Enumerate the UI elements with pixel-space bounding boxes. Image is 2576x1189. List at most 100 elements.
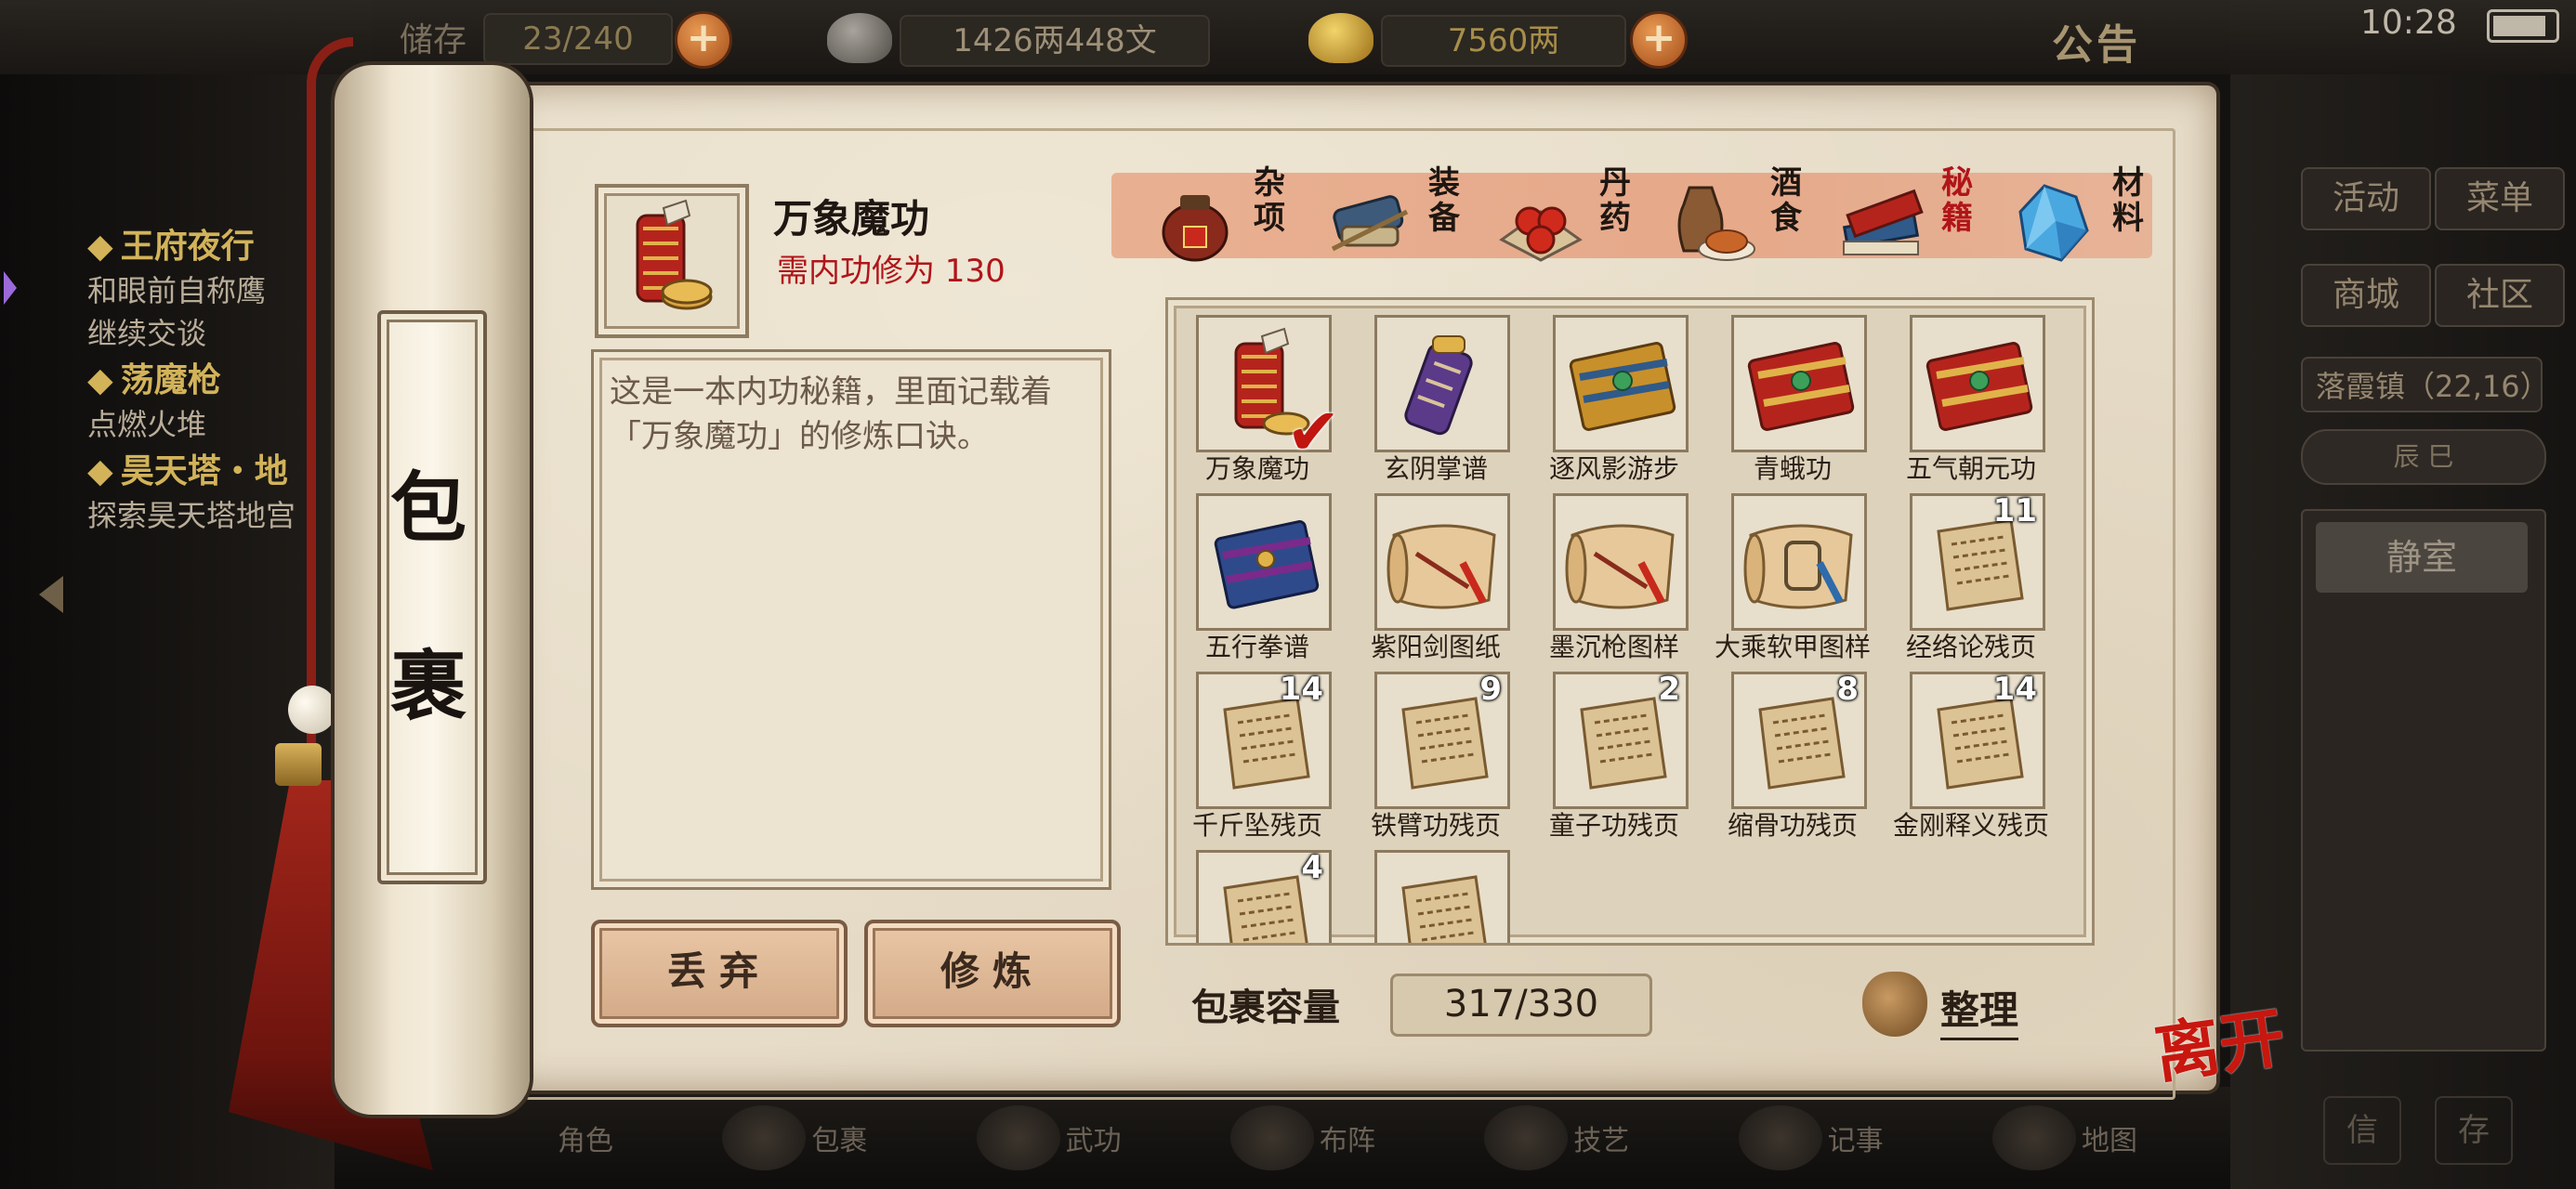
item-label: 青蛾功 [1753, 453, 1832, 484]
inventory-slot[interactable]: 8 缩骨功残页 [1696, 666, 1874, 844]
item-label: 五行拳谱 [1204, 632, 1309, 662]
book-gold-icon [1569, 342, 1676, 431]
jar-icon [1162, 195, 1229, 262]
slot-frame [1374, 493, 1510, 631]
inventory-slot[interactable] [1339, 844, 1518, 943]
nav-role[interactable]: 角色 [558, 1096, 613, 1180]
collapse-arrow-icon[interactable] [28, 567, 74, 626]
item-label: 金刚释义残页 [1892, 810, 2049, 841]
top-bar [0, 0, 2576, 74]
slot-frame: 4 [1196, 849, 1332, 943]
tab-materials[interactable]: 材料 [2007, 158, 2178, 277]
book-blue-icon [1214, 520, 1320, 609]
tab-misc[interactable]: 杂项 [1149, 158, 1320, 277]
nav-formation[interactable]: 布阵 [1229, 1096, 1375, 1180]
inventory-slot[interactable]: 逐风影游步 [1518, 309, 1696, 488]
inventory-slot[interactable]: 大乘软甲图样 [1696, 488, 1874, 666]
activity-button[interactable]: 活动 [2301, 167, 2431, 230]
panel-title-plate [377, 310, 487, 884]
quest-title[interactable]: ◆ 王府夜行 [87, 219, 338, 268]
inventory-slot[interactable]: 9 铁臂功残页 [1339, 666, 1518, 844]
quest-title[interactable]: ◆ 昊天塔・地 [87, 444, 338, 492]
discard-button[interactable]: 丢弃 [591, 920, 848, 1027]
inventory-slot[interactable]: 五行拳谱 [1168, 488, 1339, 666]
sort-button[interactable]: 整理 [1940, 979, 2019, 1040]
book-red-icon [1925, 342, 2033, 431]
journal-icon [1738, 1105, 1822, 1170]
panel-title-char: 裹 [389, 642, 467, 731]
clock: 10:28 [2360, 4, 2457, 42]
item-label: 童子功残页 [1548, 810, 1679, 841]
side-expand-icon[interactable] [0, 260, 20, 316]
item-count: 14 [1992, 671, 2037, 708]
inventory-slot[interactable]: 青蛾功 [1696, 309, 1874, 488]
nav-martial[interactable]: 武功 [976, 1096, 1122, 1180]
practice-button[interactable]: 修炼 [864, 920, 1121, 1027]
inventory-slot[interactable]: 2 童子功残页 [1518, 666, 1696, 844]
nav-journal[interactable]: 记事 [1738, 1096, 1884, 1180]
slot-frame: 9 [1374, 671, 1510, 809]
food-icon [1677, 186, 1755, 261]
room-title[interactable]: 静室 [2316, 522, 2528, 593]
nav-bag[interactable]: 包裹 [722, 1096, 867, 1180]
slot-frame: 11 [1910, 492, 2045, 631]
money-bag-icon[interactable] [1862, 972, 1927, 1037]
inventory-slot[interactable]: 紫阳剑图纸 [1339, 488, 1518, 666]
inventory-slot[interactable]: 玄阴掌谱 [1339, 309, 1518, 488]
slot-frame [1374, 315, 1510, 452]
gold-ingot-icon [1308, 13, 1373, 63]
slot-frame: 8 [1731, 671, 1867, 809]
silver-amount: 1426两448文 [900, 15, 1210, 67]
item-count: 9 [1479, 671, 1502, 708]
inventory-slot[interactable]: 14 千斤坠残页 [1168, 666, 1339, 844]
capacity-label: 包裹容量 [1191, 986, 1340, 1029]
inventory-grid: ✔ 万象魔功 玄阴掌谱 逐风影游步 青蛾功 五气朝元功 五行拳谱 紫阳剑图纸 墨沉… [1165, 297, 2095, 946]
equipment-icon [1331, 195, 1409, 252]
storage-counter: 23/240 [483, 13, 673, 65]
inventory-slot[interactable]: 11 经络论残页 [1874, 488, 2053, 666]
inventory-slot[interactable]: ✔ 万象魔功 [1168, 309, 1341, 488]
notice-button[interactable]: 公告 [2052, 11, 2141, 71]
item-label: 五气朝元功 [1905, 453, 2036, 484]
add-gold-button[interactable]: + [1630, 11, 1688, 69]
location-label: 落霞镇（22,16） [2301, 357, 2550, 412]
bottom-nav: 角色 包裹 武功 布阵 技艺 记事 地图 [558, 1096, 2137, 1180]
slot-frame [1553, 493, 1689, 631]
battery-icon [2487, 9, 2559, 43]
item-label: 万象魔功 [1204, 453, 1309, 484]
slot-frame [1731, 493, 1867, 631]
mail-button[interactable]: 信 [2323, 1096, 2401, 1165]
item-label: 逐风影游步 [1548, 453, 1679, 484]
silver-icon [827, 13, 892, 63]
add-storage-button[interactable]: + [675, 11, 732, 69]
quest-desc: 继续交谈 [87, 316, 207, 351]
inventory-slot[interactable]: 墨沉枪图样 [1518, 488, 1696, 666]
tab-equipment[interactable]: 装备 [1323, 158, 1494, 277]
save-button[interactable]: 存 [2435, 1096, 2513, 1165]
nav-skills[interactable]: 技艺 [1484, 1096, 1629, 1180]
item-label: 大乘软甲图样 [1714, 632, 1871, 662]
selected-item-requirement: 需内功修为 130 [777, 253, 1005, 290]
inventory-slot[interactable]: 4 [1168, 844, 1339, 943]
leave-button[interactable]: 离开 [2149, 986, 2291, 1097]
inventory-slot[interactable]: 五气朝元功 [1874, 309, 2053, 488]
quest-list: ◆ 王府夜行 和眼前自称鹰 继续交谈 ◆ 荡魔枪 点燃火堆 ◆ 昊天塔・地 探索昊天塔… [87, 219, 338, 535]
slot-frame [1374, 850, 1510, 943]
selected-item-frame [595, 184, 749, 338]
tab-pills[interactable]: 丹药 [1494, 158, 1665, 277]
item-count: 14 [1279, 671, 1323, 708]
nav-map[interactable]: 地图 [1991, 1096, 2137, 1180]
tab-manuals[interactable]: 秘籍 [1836, 158, 2007, 277]
quest-desc: 和眼前自称鹰 [87, 273, 267, 308]
panel-title-char: 包 [389, 464, 467, 553]
shop-button[interactable]: 商城 [2301, 264, 2431, 327]
item-label: 墨沉枪图样 [1548, 632, 1679, 662]
quest-title[interactable]: ◆ 荡魔枪 [87, 353, 338, 401]
red-scroll-icon [636, 199, 713, 310]
community-button[interactable]: 社区 [2435, 264, 2565, 327]
crystal-icon [2018, 184, 2089, 262]
tab-food[interactable]: 酒食 [1665, 158, 1836, 277]
inventory-slot[interactable]: 14 金刚释义残页 [1874, 666, 2053, 844]
menu-button[interactable]: 菜单 [2435, 167, 2565, 230]
slot-frame [1731, 315, 1867, 452]
